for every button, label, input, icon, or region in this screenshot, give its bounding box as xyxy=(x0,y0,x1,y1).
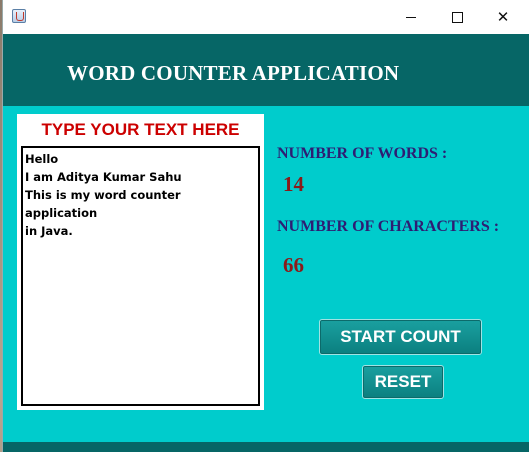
maximize-button[interactable] xyxy=(434,0,480,34)
text-input-area[interactable]: Hello I am Aditya Kumar Sahu This is my … xyxy=(21,146,260,406)
footer-bar xyxy=(3,442,529,452)
characters-label: NUMBER OF CHARACTERS : xyxy=(277,218,500,235)
java-app-icon xyxy=(12,9,26,23)
title-bar: ✕ xyxy=(3,0,529,35)
minimize-button[interactable] xyxy=(388,0,434,34)
minimize-icon xyxy=(406,16,416,18)
text-panel-title: TYPE YOUR TEXT HERE xyxy=(41,120,240,139)
close-icon: ✕ xyxy=(496,7,510,26)
app-window: ✕ WORD COUNTER APPLICATION TYPE YOUR TEX… xyxy=(2,0,529,452)
text-input-panel: TYPE YOUR TEXT HERE Hello I am Aditya Ku… xyxy=(17,114,264,410)
app-title: WORD COUNTER APPLICATION xyxy=(67,61,400,85)
characters-count-value: 66 xyxy=(283,253,304,277)
reset-button[interactable]: RESET xyxy=(362,365,444,399)
maximize-icon xyxy=(451,11,463,23)
words-label: NUMBER OF WORDS : xyxy=(277,145,448,162)
close-button[interactable]: ✕ xyxy=(480,0,526,34)
words-count-value: 14 xyxy=(283,172,304,196)
app-header: WORD COUNTER APPLICATION xyxy=(3,34,529,106)
start-count-button[interactable]: START COUNT xyxy=(319,319,482,355)
